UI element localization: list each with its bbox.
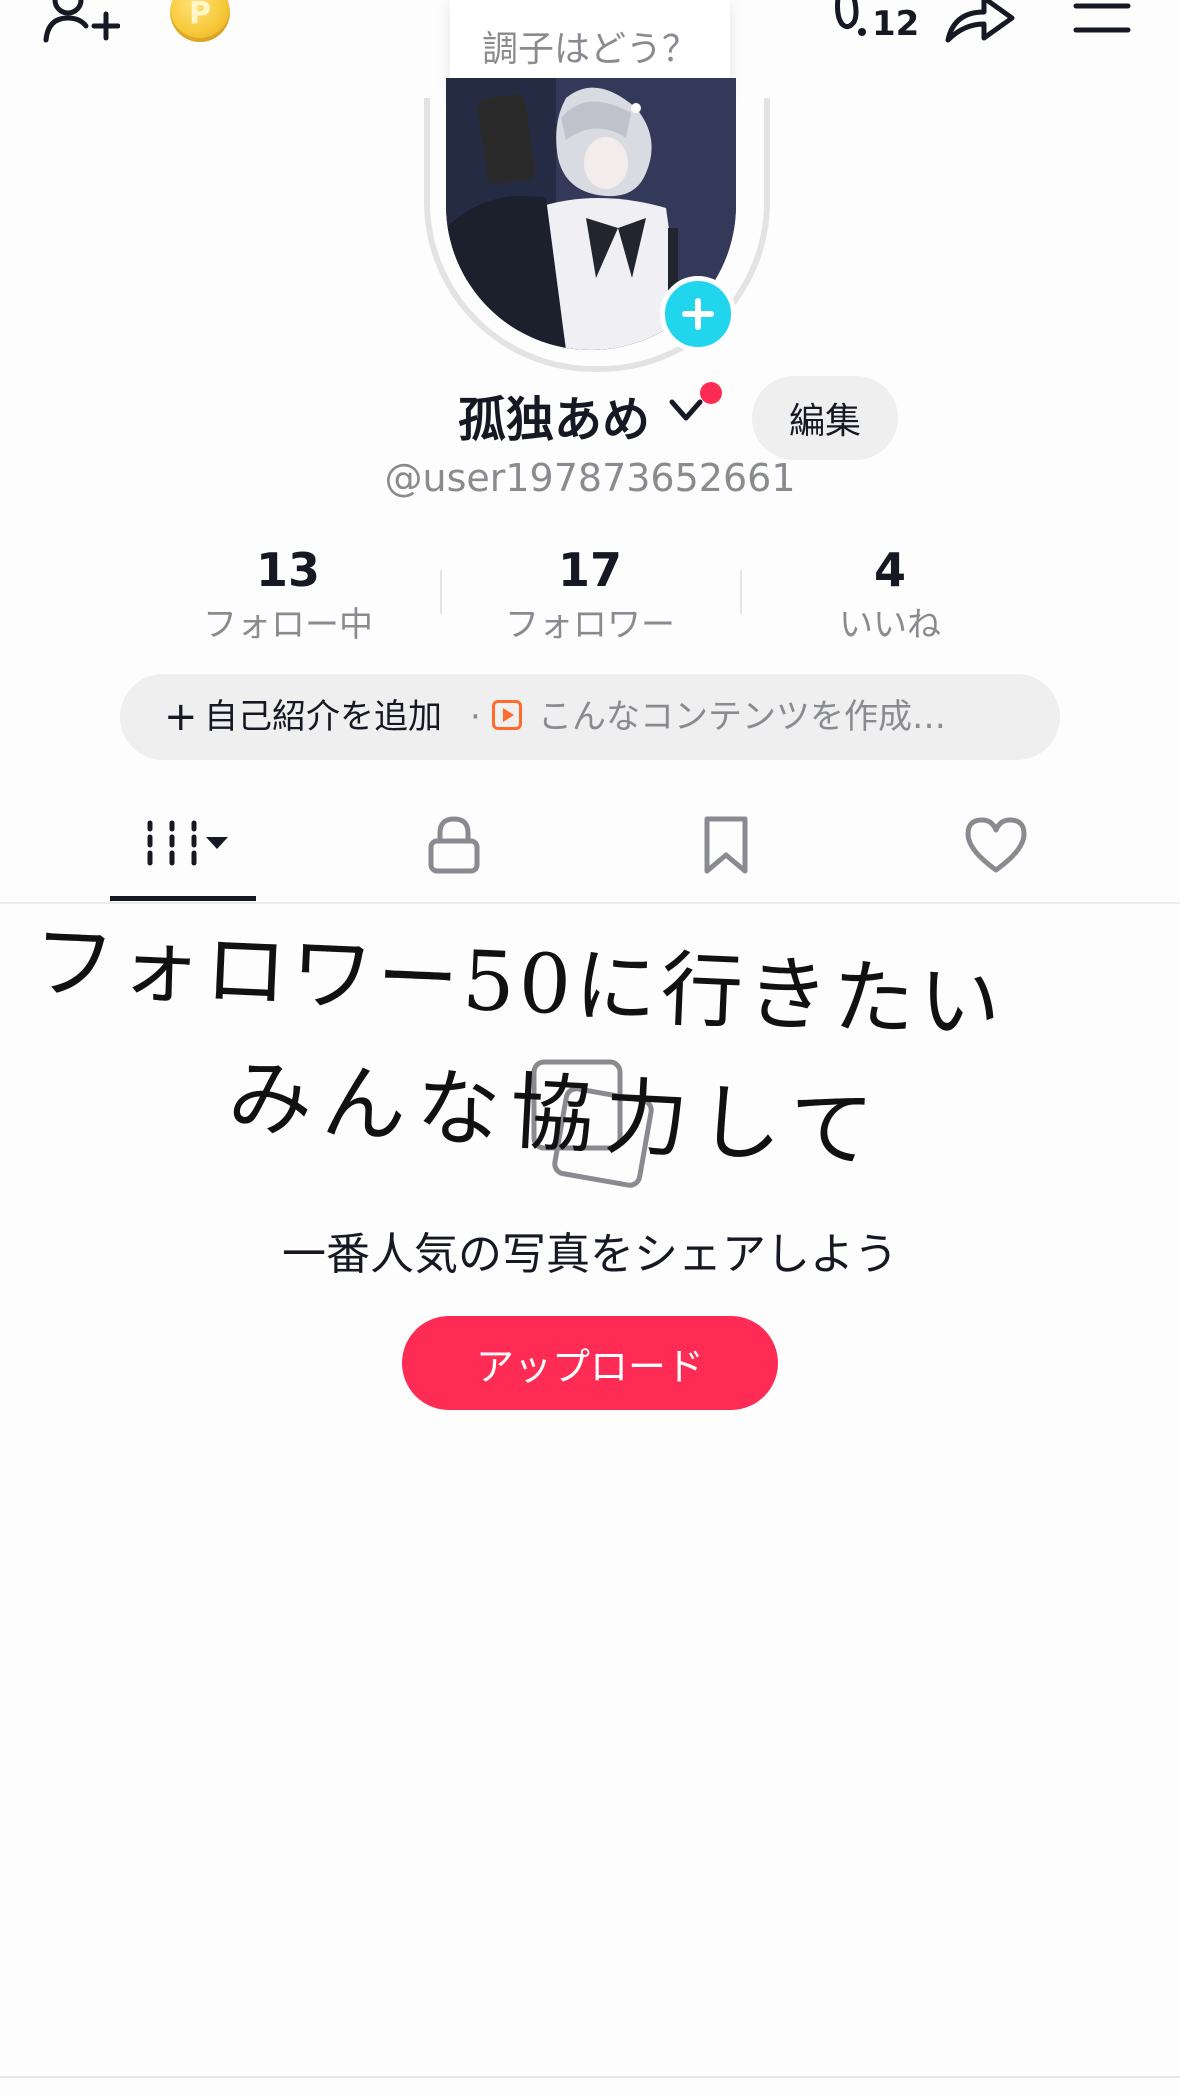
status-bubble-text: 調子はどう？ (481, 29, 698, 70)
coin-icon[interactable]: P (170, 0, 230, 42)
stat-following[interactable]: 13 フォロー中 (138, 540, 438, 650)
add-avatar-button[interactable] (660, 276, 736, 352)
footprint-icon[interactable] (832, 0, 876, 40)
hamburger-icon[interactable] (1072, 0, 1132, 40)
stat-label: いいね (839, 605, 941, 645)
stat-likes[interactable]: 4 いいね (740, 540, 1040, 650)
stat-label: フォロワー (505, 605, 675, 645)
bookmark-icon (704, 816, 748, 874)
bio-pill[interactable]: + 自己紹介を追加 · こんなコンテンツを作成… (120, 674, 1060, 760)
handwriting-line-1: フォロワー50に行きたい (30, 914, 1007, 1053)
stat-value: 13 (255, 543, 320, 597)
stat-followers[interactable]: 17 フォロワー (440, 540, 740, 650)
heart-icon (965, 817, 1027, 873)
tab-private[interactable] (354, 790, 554, 900)
plus-icon: + (164, 694, 198, 740)
coin-letter: P (189, 0, 211, 31)
share-arrow-icon[interactable] (944, 0, 1016, 46)
lock-icon (428, 816, 480, 874)
upload-button[interactable]: アップロード (402, 1316, 778, 1410)
notification-dot (700, 382, 722, 404)
profile-handle: @user197873652661 (384, 456, 796, 500)
stat-value: 17 (557, 543, 622, 597)
tab-saved[interactable] (626, 790, 826, 900)
grid-icon (147, 820, 228, 866)
empty-state-message: 一番人気の写真をシェアしよう (282, 1229, 898, 1280)
stat-label: フォロー中 (203, 605, 373, 645)
edit-profile-button[interactable]: 編集 (752, 376, 898, 460)
add-friend-icon[interactable] (40, 0, 120, 46)
content-promo-label[interactable]: こんなコンテンツを作成… (538, 674, 946, 760)
add-bio-label[interactable]: 自己紹介を追加 (204, 674, 442, 760)
tab-liked[interactable] (896, 790, 1096, 900)
stat-value: 4 (873, 543, 906, 597)
bottom-divider (0, 2076, 1180, 2078)
play-icon (492, 700, 522, 730)
profile-name[interactable]: 孤独あめ (458, 380, 650, 450)
chevron-down-icon[interactable] (668, 396, 704, 424)
bio-separator: · (470, 697, 481, 737)
footprint-count: 12 (872, 4, 920, 44)
handwriting-line-2: みんな協力して (225, 1047, 886, 1181)
tab-videos[interactable] (82, 790, 282, 900)
